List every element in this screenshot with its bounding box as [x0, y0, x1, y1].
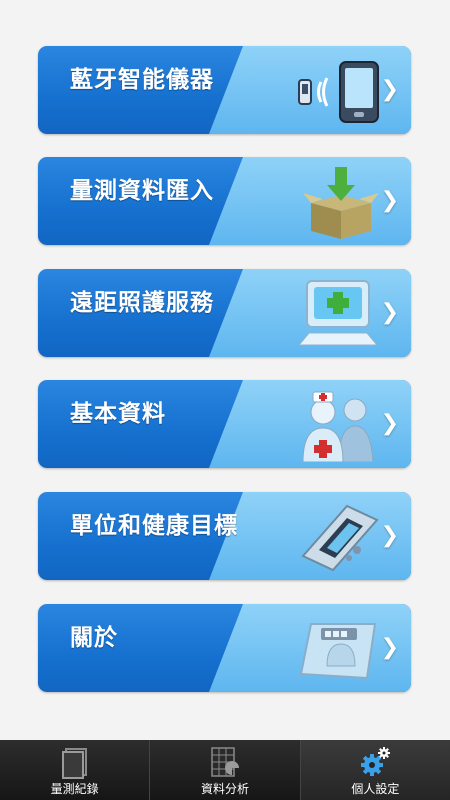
menu-item-label: 遠距照護服務 — [70, 290, 214, 316]
chevron-right-icon: ❯ — [380, 300, 399, 325]
menu-item-label: 基本資料 — [70, 401, 166, 427]
menu-item-label: 關於 — [70, 625, 118, 651]
import-box-icon — [303, 167, 379, 239]
tab-label: 個人設定 — [351, 782, 400, 796]
menu-item-bluetooth-devices[interactable]: 藍牙智能儀器 ❯ — [38, 46, 411, 134]
menu-item-label: 量測資料匯入 — [70, 178, 214, 204]
chevron-right-icon: ❯ — [380, 635, 399, 660]
tab-label: 量測紀錄 — [50, 782, 99, 796]
bluetooth-device-icon — [298, 61, 379, 123]
chevron-right-icon: ❯ — [380, 411, 399, 436]
menu-item-data-import[interactable]: 量測資料匯入 ❯ — [38, 157, 411, 245]
menu-item-units-health-goals[interactable]: 單位和健康目標 ❯ — [38, 492, 411, 580]
menu-item-basic-info[interactable]: 基本資料 ❯ — [38, 380, 411, 468]
chart-icon — [211, 747, 239, 777]
tab-measurement-records[interactable]: 量測紀錄 — [0, 740, 151, 800]
telecare-monitor-icon — [297, 280, 379, 346]
chevron-right-icon: ❯ — [380, 523, 399, 548]
meter-device-icon — [301, 504, 379, 572]
chevron-right-icon: ❯ — [380, 188, 399, 213]
menu-item-telecare-service[interactable]: 遠距照護服務 ❯ — [38, 269, 411, 357]
notebook-icon — [61, 748, 87, 779]
bottom-tab-bar: 量測紀錄 資料分析 個人設定 — [0, 740, 450, 800]
chevron-right-icon: ❯ — [380, 77, 399, 102]
scale-device-icon — [299, 623, 377, 680]
gears-icon — [361, 747, 391, 776]
doctor-nurse-icon — [302, 391, 374, 462]
tab-data-analysis[interactable]: 資料分析 — [150, 740, 301, 800]
menu-item-label: 單位和健康目標 — [70, 513, 238, 539]
menu-item-label: 藍牙智能儀器 — [70, 67, 214, 93]
menu-item-about[interactable]: 關於 ❯ — [38, 604, 411, 692]
tab-label: 資料分析 — [200, 782, 249, 796]
tab-personal-settings[interactable]: 個人設定 — [300, 740, 450, 800]
